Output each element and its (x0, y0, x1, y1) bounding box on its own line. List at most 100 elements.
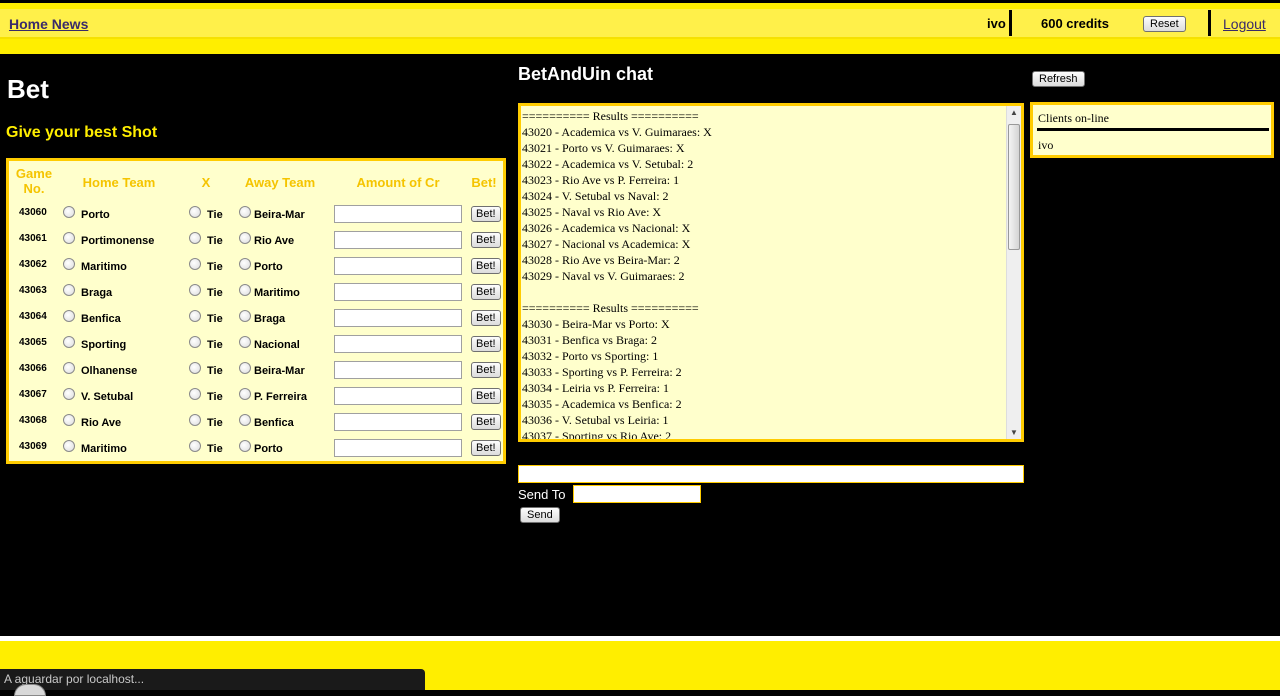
home-win-radio[interactable] (63, 232, 75, 244)
refresh-button[interactable]: Refresh (1032, 71, 1085, 87)
away-team: Braga (254, 313, 286, 325)
bet-title: Bet (7, 74, 49, 104)
bet-button[interactable]: Bet! (471, 310, 501, 326)
away-win-radio[interactable] (239, 362, 251, 374)
away-win-radio[interactable] (239, 336, 251, 348)
top-bar: Home News ivo 600 credits Reset Logout (0, 0, 1280, 54)
chat-line: ========== Results ========== (522, 301, 699, 315)
send-button[interactable]: Send (520, 507, 560, 523)
home-win-radio[interactable] (63, 206, 75, 218)
amount-input[interactable] (334, 205, 462, 223)
amount-input[interactable] (334, 387, 462, 405)
chat-line: 43028 - Rio Ave vs Beira-Mar: 2 (522, 253, 680, 267)
home-win-radio[interactable] (63, 284, 75, 296)
amount-input[interactable] (334, 413, 462, 431)
amount-input[interactable] (334, 257, 462, 275)
bet-button[interactable]: Bet! (471, 414, 501, 430)
bet-row: 43069 Maritimo Tie Porto Bet! (9, 437, 503, 463)
divider (1009, 10, 1012, 36)
scroll-up-arrow-icon[interactable]: ▲ (1010, 108, 1018, 117)
bet-button[interactable]: Bet! (471, 336, 501, 352)
bet-row: 43061 Portimonense Tie Rio Ave Bet! (9, 229, 503, 255)
amount-input[interactable] (334, 335, 462, 353)
tie-radio[interactable] (189, 336, 201, 348)
scroll-thumb[interactable] (1008, 124, 1020, 250)
chat-line: 43022 - Academica vs V. Setubal: 2 (522, 157, 694, 171)
tie-radio[interactable] (189, 232, 201, 244)
bet-row: 43063 Braga Tie Maritimo Bet! (9, 281, 503, 307)
bet-row: 43065 Sporting Tie Nacional Bet! (9, 333, 503, 359)
chat-line: 43037 - Sporting vs Rio Ave: 2 (522, 429, 672, 442)
tie-radio[interactable] (189, 388, 201, 400)
home-team: Maritimo (81, 443, 127, 455)
tie-radio[interactable] (189, 440, 201, 452)
tie-radio[interactable] (189, 258, 201, 270)
column-header-game-no-line1: Game (15, 166, 53, 181)
bet-button[interactable]: Bet! (471, 362, 501, 378)
scroll-down-arrow-icon[interactable]: ▼ (1010, 428, 1018, 437)
away-win-radio[interactable] (239, 388, 251, 400)
amount-input[interactable] (334, 231, 462, 249)
client-name: ivo (1038, 138, 1054, 152)
amount-input[interactable] (334, 309, 462, 327)
tie-radio[interactable] (189, 206, 201, 218)
bet-button[interactable]: Bet! (471, 206, 501, 222)
home-team: Maritimo (81, 261, 127, 273)
chat-line: ========== Results ========== (522, 109, 699, 123)
away-win-radio[interactable] (239, 440, 251, 452)
home-win-radio[interactable] (63, 362, 75, 374)
chat-line: 43025 - Naval vs Rio Ave: X (522, 205, 662, 219)
tie-radio[interactable] (189, 310, 201, 322)
chat-line: 43024 - V. Setubal vs Naval: 2 (522, 189, 669, 203)
tie-label: Tie (207, 313, 223, 325)
away-team: P. Ferreira (254, 391, 308, 403)
tie-label: Tie (207, 365, 223, 377)
chat-title: BetAndUin chat (518, 64, 653, 84)
reset-button[interactable]: Reset (1143, 16, 1186, 32)
send-to-label: Send To (518, 487, 566, 502)
amount-input[interactable] (334, 361, 462, 379)
bet-button[interactable]: Bet! (471, 388, 501, 404)
home-win-radio[interactable] (63, 440, 75, 452)
away-win-radio[interactable] (239, 232, 251, 244)
home-news-link[interactable]: Home News (9, 16, 88, 32)
tie-label: Tie (207, 391, 223, 403)
column-header-game-no-line2: No. (23, 181, 45, 196)
away-win-radio[interactable] (239, 284, 251, 296)
home-win-radio[interactable] (63, 414, 75, 426)
send-to-input[interactable] (573, 485, 701, 503)
tie-radio[interactable] (189, 284, 201, 296)
tie-radio[interactable] (189, 362, 201, 374)
away-win-radio[interactable] (239, 310, 251, 322)
bet-button[interactable]: Bet! (471, 284, 501, 300)
home-win-radio[interactable] (63, 336, 75, 348)
bet-button[interactable]: Bet! (471, 440, 501, 456)
chat-line: 43020 - Academica vs V. Guimaraes: X (522, 125, 712, 139)
clients-online-panel: Clients on-line ivo (1030, 102, 1274, 158)
home-win-radio[interactable] (63, 388, 75, 400)
chat-line: 43027 - Nacional vs Academica: X (522, 237, 691, 251)
away-win-radio[interactable] (239, 258, 251, 270)
home-win-radio[interactable] (63, 310, 75, 322)
tie-label: Tie (207, 287, 223, 299)
message-input[interactable] (518, 465, 1024, 483)
away-team: Beira-Mar (254, 365, 305, 377)
tie-radio[interactable] (189, 414, 201, 426)
game-number: 43063 (19, 285, 47, 296)
away-team: Porto (254, 261, 283, 273)
home-win-radio[interactable] (63, 258, 75, 270)
chat-line: 43035 - Academica vs Benfica: 2 (522, 397, 682, 411)
amount-input[interactable] (334, 439, 462, 457)
bet-button[interactable]: Bet! (471, 258, 501, 274)
amount-input[interactable] (334, 283, 462, 301)
chat-messages[interactable]: ========== Results ========== 43020 - Aca… (518, 103, 1024, 442)
logout-link[interactable]: Logout (1223, 16, 1266, 32)
game-number: 43062 (19, 259, 47, 270)
away-team: Maritimo (254, 287, 300, 299)
bet-button[interactable]: Bet! (471, 232, 501, 248)
away-win-radio[interactable] (239, 206, 251, 218)
bet-row: 43060 Porto Tie Beira-Mar Bet! (9, 203, 503, 229)
chat-scrollbar[interactable]: ▲ ▼ (1006, 106, 1021, 439)
column-header-x: X (201, 175, 211, 190)
away-win-radio[interactable] (239, 414, 251, 426)
